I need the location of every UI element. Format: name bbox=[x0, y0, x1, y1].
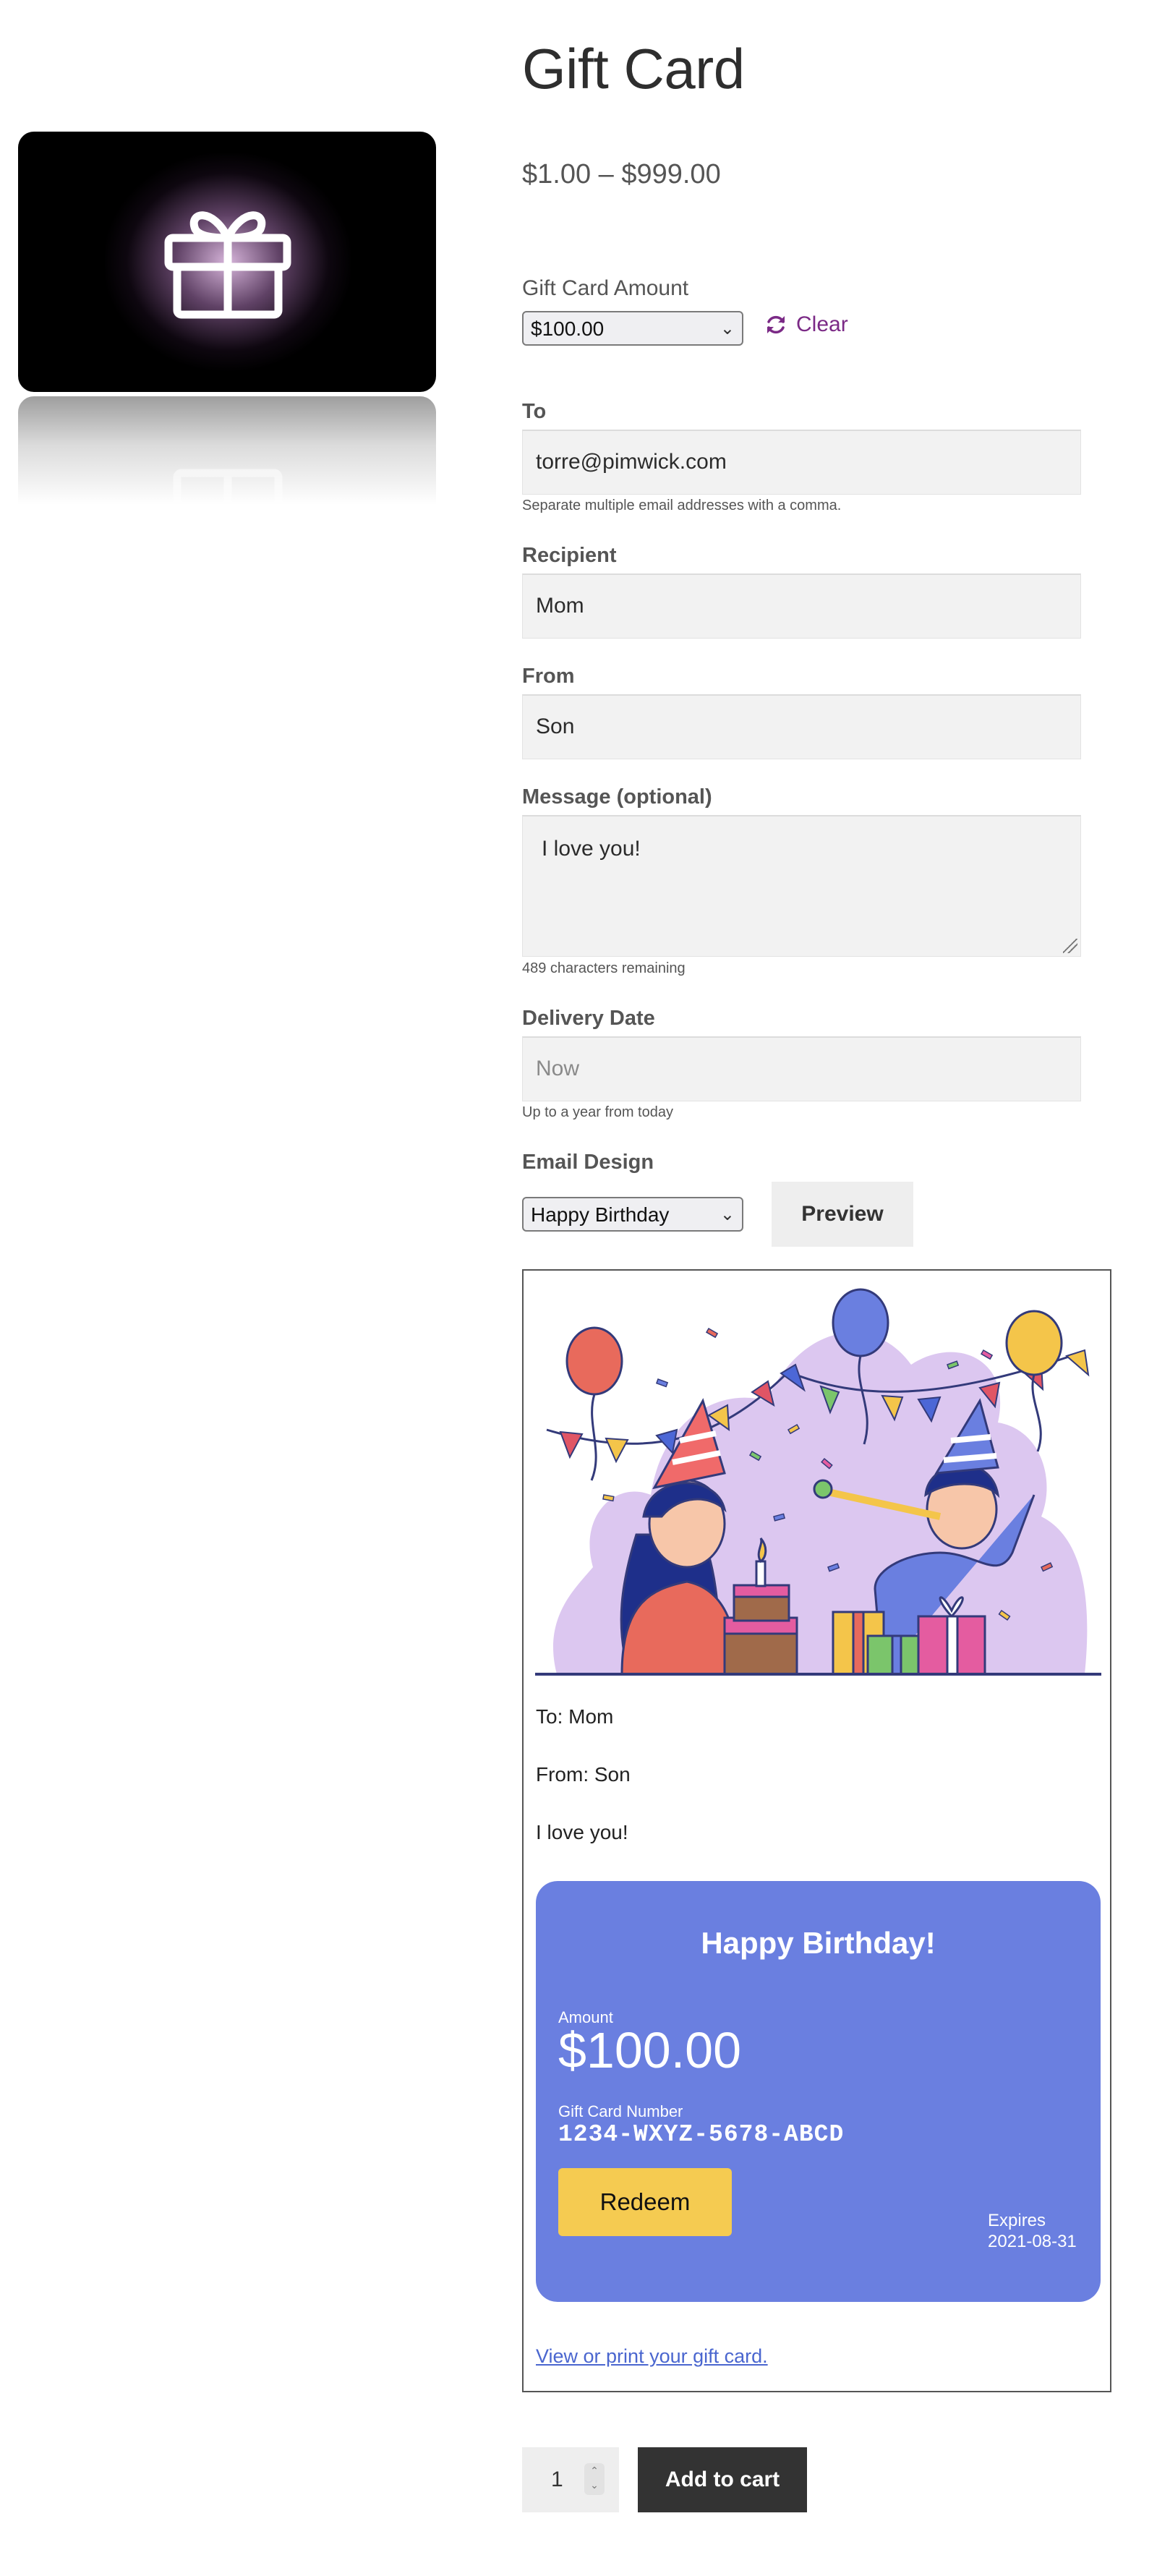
gift-card-panel: Happy Birthday! Amount $100.00 Gift Card… bbox=[536, 1881, 1101, 2302]
birthday-illustration bbox=[535, 1288, 1101, 1676]
card-amount: $100.00 bbox=[558, 2022, 742, 2078]
clear-button[interactable]: Clear bbox=[764, 312, 848, 337]
resize-handle[interactable] bbox=[1063, 939, 1077, 953]
amount-select[interactable]: $100.00 ⌄ bbox=[522, 311, 743, 346]
message-text: I love you! bbox=[542, 837, 641, 861]
clear-label: Clear bbox=[796, 312, 848, 336]
message-label: Message (optional) bbox=[522, 785, 712, 809]
gift-icon-reflection bbox=[173, 469, 283, 505]
expires-date: 2021-08-31 bbox=[988, 2231, 1077, 2251]
message-textarea[interactable]: I love you! bbox=[522, 815, 1081, 957]
quantity-stepper[interactable]: 1 ⌃ ⌄ bbox=[522, 2447, 619, 2512]
product-title: Gift Card bbox=[522, 37, 745, 101]
message-hint: 489 characters remaining bbox=[522, 960, 686, 976]
stepper-arrows-icon[interactable]: ⌃ ⌄ bbox=[584, 2463, 605, 2495]
gift-icon bbox=[164, 211, 291, 319]
from-label: From bbox=[522, 665, 575, 688]
email-message: I love you! bbox=[536, 1821, 628, 1843]
from-field[interactable]: Son bbox=[522, 694, 1081, 759]
price-range: $1.00 – $999.00 bbox=[522, 159, 721, 189]
gift-card-product-image[interactable] bbox=[18, 132, 436, 392]
chevron-down-icon: ⌄ bbox=[720, 319, 735, 338]
preview-button[interactable]: Preview bbox=[772, 1182, 913, 1247]
recipient-label: Recipient bbox=[522, 544, 617, 567]
card-number-caption: Gift Card Number bbox=[558, 2102, 683, 2120]
delivery-date-field[interactable]: Now bbox=[522, 1036, 1081, 1101]
expires-caption: Expires bbox=[988, 2211, 1046, 2230]
amount-label: Gift Card Amount bbox=[522, 276, 689, 300]
redeem-button[interactable]: Redeem bbox=[558, 2168, 732, 2236]
recipient-field[interactable]: Mom bbox=[522, 573, 1081, 639]
email-design-label: Email Design bbox=[522, 1151, 654, 1174]
add-to-cart-button[interactable]: Add to cart bbox=[638, 2447, 807, 2512]
amount-selected-value: $100.00 bbox=[531, 317, 605, 340]
to-hint: Separate multiple email addresses with a… bbox=[522, 498, 842, 513]
email-preview: To: Mom From: Son I love you! Happy Birt… bbox=[522, 1269, 1111, 2392]
card-number: 1234-WXYZ-5678-ABCD bbox=[558, 2121, 845, 2148]
quantity-value: 1 bbox=[551, 2468, 563, 2491]
email-from-line: From: Son bbox=[536, 1763, 631, 1786]
refresh-icon bbox=[767, 315, 785, 334]
email-to-line: To: Mom bbox=[536, 1705, 614, 1728]
to-label: To bbox=[522, 400, 547, 423]
email-design-selected-value: Happy Birthday bbox=[531, 1203, 670, 1226]
email-design-select[interactable]: Happy Birthday ⌄ bbox=[522, 1197, 743, 1232]
delivery-date-hint: Up to a year from today bbox=[522, 1104, 673, 1120]
delivery-date-label: Delivery Date bbox=[522, 1007, 655, 1030]
expiry-block: Expires 2021-08-31 bbox=[988, 2211, 1077, 2253]
card-title: Happy Birthday! bbox=[701, 1926, 936, 1960]
view-print-link[interactable]: View or print your gift card. bbox=[536, 2345, 768, 2368]
chevron-down-icon: ⌄ bbox=[720, 1205, 735, 1224]
to-email-field[interactable]: torre@pimwick.com bbox=[522, 430, 1081, 495]
product-image-reflection bbox=[18, 396, 436, 505]
